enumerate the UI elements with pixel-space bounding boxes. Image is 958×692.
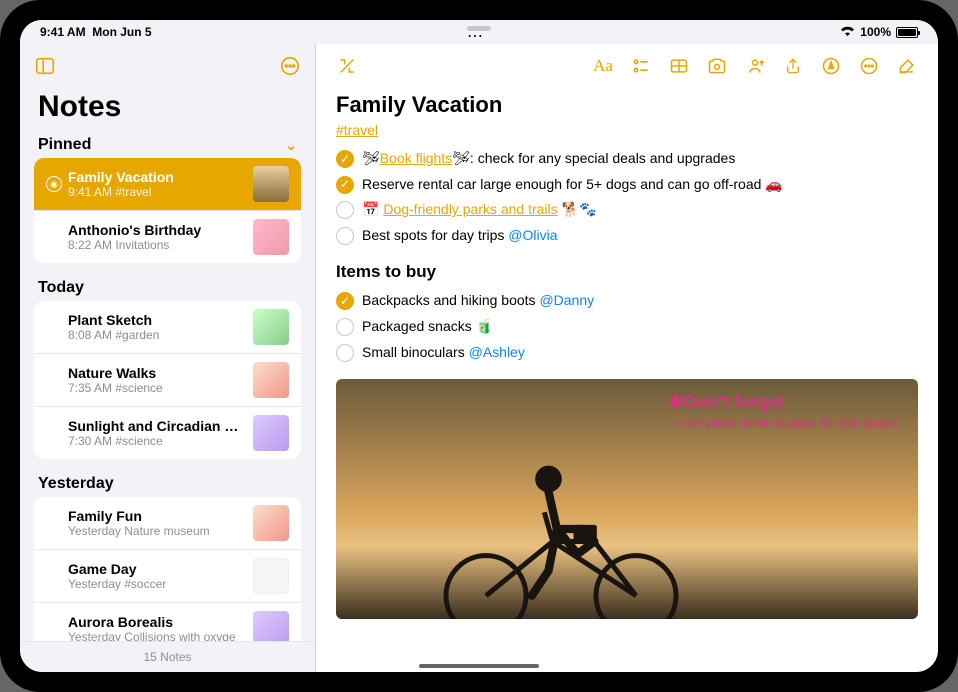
- note-subtitle: 9:41 AM #travel: [68, 185, 245, 199]
- check-item[interactable]: Best spots for day trips @Olivia: [336, 223, 918, 249]
- note-subtitle: 7:35 AM #science: [68, 381, 245, 395]
- note-item-family-fun[interactable]: ◉ Family Fun Yesterday Nature museum: [34, 497, 301, 550]
- link-book-flights[interactable]: Book flights: [380, 150, 452, 166]
- note-hashtag[interactable]: #travel: [336, 122, 378, 138]
- checkbox-unchecked-icon[interactable]: [336, 344, 354, 362]
- checkbox-checked-icon[interactable]: ✓: [336, 176, 354, 194]
- checkbox-unchecked-icon[interactable]: [336, 318, 354, 336]
- note-item-sunlight-circadian[interactable]: ◉ Sunlight and Circadian Rhy... 7:30 AM …: [34, 407, 301, 459]
- note-thumbnail: [253, 362, 289, 398]
- markup-icon[interactable]: [814, 49, 848, 83]
- battery-percent: 100%: [860, 25, 891, 39]
- compose-icon[interactable]: [890, 49, 924, 83]
- note-subtitle: Yesterday Collisions with oxyge: [68, 630, 245, 641]
- note-subtitle: 8:22 AM Invitations: [68, 238, 245, 252]
- note-title: Anthonio's Birthday: [68, 222, 245, 238]
- section-header-yesterday: Yesterday: [20, 473, 315, 497]
- note-subtitle: 7:30 AM #science: [68, 434, 245, 448]
- mention-danny[interactable]: @Danny: [539, 292, 594, 308]
- section-header-today: Today: [20, 277, 315, 301]
- checkbox-unchecked-icon[interactable]: [336, 201, 354, 219]
- note-thumbnail: [253, 166, 289, 202]
- note-title: Family Vacation: [336, 92, 918, 118]
- subheading: Items to buy: [336, 262, 918, 282]
- status-time-date: 9:41 AM Mon Jun 5: [40, 25, 152, 39]
- handwriting-annotation: ✱Don't forget — Get photo at this locati…: [669, 393, 898, 430]
- main-toolbar: Aa: [316, 44, 938, 88]
- note-subtitle: 8:08 AM #garden: [68, 328, 245, 342]
- mention-olivia[interactable]: @Olivia: [508, 227, 557, 243]
- checklist-items: ✓ Backpacks and hiking boots @Danny Pack…: [336, 288, 918, 365]
- shared-icon: ◉: [46, 176, 62, 192]
- more-icon[interactable]: [852, 49, 886, 83]
- note-item-aurora-borealis[interactable]: ◉ Aurora Borealis Yesterday Collisions w…: [34, 603, 301, 641]
- share-icon[interactable]: [776, 49, 810, 83]
- expand-icon[interactable]: [330, 49, 364, 83]
- note-item-game-day[interactable]: ◉ Game Day Yesterday #soccer: [34, 550, 301, 603]
- camera-icon[interactable]: [700, 49, 734, 83]
- checklist-main: ✓ 🛩Book flights🛩: check for any special …: [336, 146, 918, 248]
- note-title: Sunlight and Circadian Rhy...: [68, 418, 245, 434]
- check-item[interactable]: 📅 Dog-friendly parks and trails 🐕🐾: [336, 197, 918, 223]
- note-editor[interactable]: Family Vacation #travel ✓ 🛩Book flights🛩…: [316, 88, 938, 672]
- battery-icon: [896, 27, 918, 38]
- check-item[interactable]: ✓ 🛩Book flights🛩: check for any special …: [336, 146, 918, 172]
- note-subtitle: Yesterday #soccer: [68, 577, 245, 591]
- sidebar: Notes Pinned ⌄ ◉ Family Vacation 9:41 AM: [20, 44, 316, 672]
- checklist-icon[interactable]: [624, 49, 658, 83]
- note-item-nature-walks[interactable]: ◉ Nature Walks 7:35 AM #science: [34, 354, 301, 407]
- note-title: Family Vacation: [68, 169, 245, 185]
- checkbox-unchecked-icon[interactable]: [336, 227, 354, 245]
- mention-ashley[interactable]: @Ashley: [469, 344, 525, 360]
- check-item[interactable]: Packaged snacks 🧃: [336, 314, 918, 340]
- link-dog-parks[interactable]: Dog-friendly parks and trails: [383, 201, 557, 217]
- table-icon[interactable]: [662, 49, 696, 83]
- check-item[interactable]: ✓ Reserve rental car large enough for 5+…: [336, 172, 918, 198]
- note-attachment-image[interactable]: ✱Don't forget — Get photo at this locati…: [336, 379, 918, 619]
- note-thumbnail: [253, 505, 289, 541]
- note-title: Game Day: [68, 561, 245, 577]
- more-circle-icon[interactable]: [279, 55, 301, 77]
- note-thumbnail: [253, 219, 289, 255]
- wifi-icon: [840, 25, 855, 39]
- note-title: Aurora Borealis: [68, 614, 245, 630]
- checkbox-checked-icon[interactable]: ✓: [336, 150, 354, 168]
- note-title: Family Fun: [68, 508, 245, 524]
- sidebar-title: Notes: [20, 88, 315, 134]
- note-thumbnail: [253, 309, 289, 345]
- home-indicator[interactable]: [419, 664, 539, 668]
- note-title: Nature Walks: [68, 365, 245, 381]
- note-thumbnail: [253, 558, 289, 594]
- sidebar-toggle-icon[interactable]: [34, 55, 56, 77]
- collaborate-icon[interactable]: [738, 49, 772, 83]
- checkbox-checked-icon[interactable]: ✓: [336, 292, 354, 310]
- note-item-family-vacation[interactable]: ◉ Family Vacation 9:41 AM #travel: [34, 158, 301, 211]
- note-subtitle: Yesterday Nature museum: [68, 524, 245, 538]
- section-header-pinned[interactable]: Pinned ⌄: [20, 134, 315, 158]
- note-item-plant-sketch[interactable]: ◉ Plant Sketch 8:08 AM #garden: [34, 301, 301, 354]
- note-item-anthonios-birthday[interactable]: ◉ Anthonio's Birthday 8:22 AM Invitation…: [34, 211, 301, 263]
- check-item[interactable]: ✓ Backpacks and hiking boots @Danny: [336, 288, 918, 314]
- note-thumbnail: [253, 415, 289, 451]
- note-title: Plant Sketch: [68, 312, 245, 328]
- multitask-dots[interactable]: ⋯: [467, 26, 491, 31]
- notes-count: 15 Notes: [20, 641, 315, 672]
- check-item[interactable]: Small binoculars @Ashley: [336, 340, 918, 366]
- chevron-down-icon: ⌄: [285, 137, 297, 154]
- note-thumbnail: [253, 611, 289, 641]
- format-icon[interactable]: Aa: [586, 49, 620, 83]
